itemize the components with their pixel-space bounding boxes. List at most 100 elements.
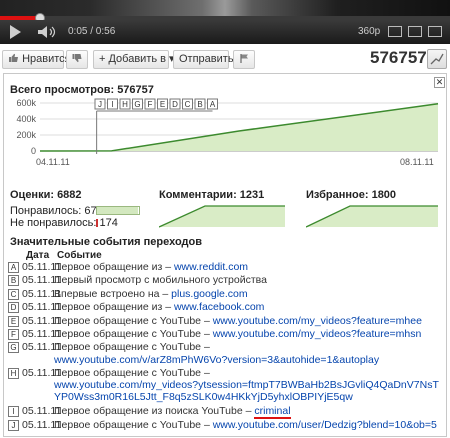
chart-event-marker[interactable]: G — [132, 98, 143, 110]
play-icon[interactable] — [10, 25, 21, 39]
column-date-header: Дата — [26, 250, 50, 261]
chart-event-marker[interactable]: J — [94, 98, 106, 110]
event-row: I 05.11.11 Первое обращение из поиска YouT… — [8, 405, 446, 420]
dislikes-count: Не понравилось: 174 — [10, 217, 118, 229]
chart-event-marker[interactable]: D — [169, 98, 181, 110]
event-row: C 05.11.11 Впервые встроено на – plus.goog… — [8, 288, 446, 301]
add-to-button[interactable]: + Добавить в ▾ — [93, 50, 175, 69]
statistics-panel: ✕ Всего просмотров: 576757 600k 400k 200k 0… — [3, 73, 447, 437]
chart-event-marker-label: H — [122, 100, 128, 109]
event-letter-badge: B — [8, 275, 19, 287]
comments-title: Комментарии: 1231 — [159, 189, 265, 201]
event-link[interactable]: www.reddit.com — [174, 261, 248, 273]
event-row: H 05.11.11 Первое обращение с YouTube – ww… — [8, 367, 446, 405]
expand-icon[interactable] — [408, 26, 422, 37]
event-description: Первое обращение из поиска YouTube – cri… — [54, 405, 291, 420]
chart-event-marker-label: G — [134, 100, 140, 109]
chart-event-marker-label: F — [148, 100, 153, 109]
event-letter-badge: A — [8, 262, 19, 273]
event-description: Первое обращение с YouTube – — [54, 367, 210, 380]
event-letter-badge: G — [8, 342, 19, 354]
event-link[interactable]: www.youtube.com/my_videos?ytsession=ftmp… — [54, 379, 442, 403]
chart-event-marker-label: I — [111, 100, 113, 109]
views-chart: 600k 400k 200k 0 JIHGFEDCBA 04.11.11 08.11.… — [16, 98, 439, 167]
chart-event-marker[interactable]: F — [144, 98, 156, 110]
event-description: Первое обращение из – www.facebook.com — [54, 301, 265, 314]
event-link[interactable]: plus.google.com — [171, 288, 247, 300]
chart-event-marker-label: A — [210, 100, 216, 109]
event-description: Первое обращение с YouTube – — [54, 341, 210, 354]
likes-bar — [96, 206, 140, 215]
event-letter-badge: D — [8, 302, 19, 314]
event-row: A 05.11.11 Первое обращение из – www.reddi… — [8, 261, 446, 274]
flag-icon — [240, 54, 248, 63]
chart-event-marker-label: C — [185, 100, 191, 109]
chart-event-marker-label: J — [98, 100, 102, 109]
chart-event-markers: JIHGFEDCBA — [94, 98, 218, 112]
thumbs-down-icon — [72, 54, 82, 63]
video-player[interactable]: 0:05 / 0:56 360p — [0, 0, 450, 44]
fullscreen-icon[interactable] — [428, 26, 442, 37]
chart-event-marker[interactable]: E — [157, 98, 168, 110]
like-button[interactable]: Нравится — [2, 50, 71, 69]
event-link[interactable]: www.youtube.com/my_videos?feature=mhsn — [213, 328, 422, 340]
event-letter-badge: C — [8, 288, 19, 300]
event-link[interactable]: www.facebook.com — [174, 301, 264, 313]
favorites-sparkline — [306, 205, 438, 228]
close-icon[interactable]: ✕ — [434, 77, 445, 88]
event-letter-badge: F — [8, 328, 19, 340]
event-letter-badge: I — [8, 406, 19, 418]
chart-x-start-label: 04.11.11 — [36, 157, 70, 167]
chart-event-marker[interactable]: H — [119, 98, 131, 110]
chart-event-marker-label: B — [197, 100, 202, 109]
chart-y-tick-label: 600k — [16, 98, 36, 108]
chart-event-marker-label: D — [172, 100, 178, 109]
event-link[interactable]: www.youtube.com/my_videos?feature=mhee — [213, 315, 422, 327]
player-controls: 0:05 / 0:56 360p — [0, 20, 450, 44]
like-button-label: Нравится — [22, 53, 71, 65]
event-description: Первое обращение с YouTube – www.youtube… — [54, 314, 422, 327]
event-description: Первый просмотр с мобильного устройства — [54, 274, 267, 287]
event-row: J 05.11.11 Первое обращение с YouTube – ww… — [8, 419, 446, 432]
statistics-button[interactable] — [427, 49, 447, 69]
view-count: 576757 — [370, 48, 427, 67]
comments-sparkline — [159, 205, 285, 228]
likes-count: Понравилось: 6708 — [10, 205, 109, 217]
dislikes-bar — [96, 219, 98, 227]
event-row: B 05.11.11 Первый просмотр с мобильного ус… — [8, 274, 446, 287]
event-row: E 05.11.11 Первое обращение с YouTube – ww… — [8, 315, 446, 328]
chart-event-marker[interactable]: B — [194, 98, 206, 110]
event-description: Первое обращение из – www.reddit.com — [54, 261, 249, 273]
video-time: 0:05 / 0:56 — [68, 26, 116, 37]
dislike-button[interactable] — [66, 50, 88, 69]
event-description: Первое обращение с YouTube – www.youtube… — [54, 327, 422, 340]
share-button[interactable]: Отправить — [173, 50, 234, 69]
chart-y-ticks: 600k 400k 200k 0 — [16, 98, 36, 156]
event-link[interactable]: criminal — [254, 405, 291, 420]
flag-button[interactable] — [233, 50, 255, 69]
chart-event-marker[interactable]: I — [107, 98, 118, 110]
event-link[interactable]: www.youtube.com/user/Dedzig?blend=10&ob=… — [213, 419, 437, 431]
chart-y-tick-label: 400k — [16, 114, 36, 124]
chart-event-marker[interactable]: C — [182, 98, 193, 110]
chart-x-end-label: 08.11.11 — [400, 157, 434, 167]
event-description: Первое обращение с YouTube – www.youtube… — [54, 418, 437, 431]
event-description: Впервые встроено на – plus.google.com — [54, 287, 248, 300]
column-event-header: Событие — [57, 250, 102, 261]
event-letter-badge: J — [8, 419, 19, 431]
event-letter-badge: H — [8, 368, 19, 380]
event-letter-badge: E — [8, 315, 19, 327]
chart-event-marker-label: E — [160, 100, 165, 109]
chart-event-marker[interactable]: A — [207, 98, 218, 110]
event-row: D 05.11.11 Первое обращение из – www.faceb… — [8, 301, 446, 314]
quality-selector[interactable]: 360p — [358, 26, 380, 37]
likes-bar-fill — [97, 207, 138, 214]
total-views-title: Всего просмотров: 576757 — [10, 84, 154, 96]
popout-icon[interactable] — [388, 26, 402, 37]
action-bar: Нравится + Добавить в ▾ Отправить 576757 — [0, 46, 450, 72]
favorites-title: Избранное: 1800 — [306, 189, 397, 201]
volume-icon[interactable] — [36, 25, 60, 39]
event-link[interactable]: www.youtube.com/v/arZ8mPhW6Vo?version=3&… — [54, 354, 442, 366]
thumbs-up-icon — [9, 53, 18, 62]
events-table: A 05.11.11 Первое обращение из – www.reddi… — [8, 261, 446, 432]
